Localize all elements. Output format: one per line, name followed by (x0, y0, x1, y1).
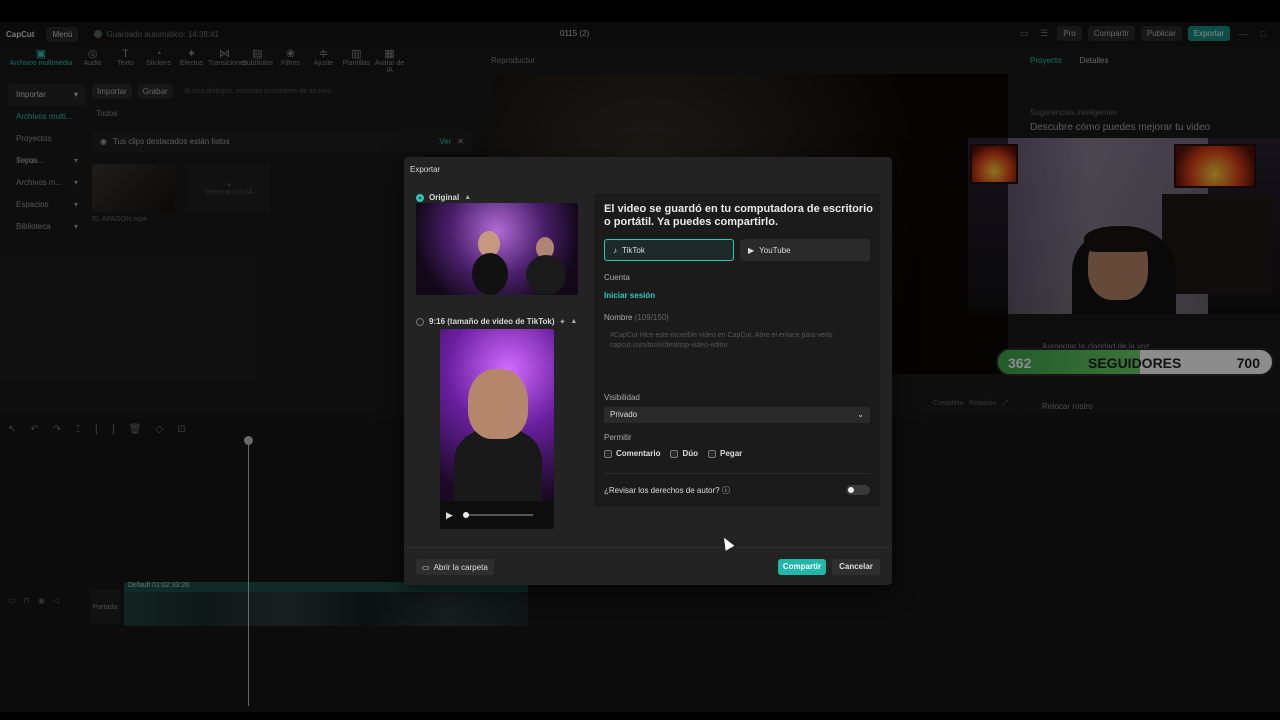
login-link[interactable]: Iniciar sesión (604, 291, 655, 300)
sparkle-icon: ✦ (559, 318, 566, 326)
letterbox-bottom (0, 712, 1280, 720)
vertical-preview: ▶ (440, 329, 554, 529)
chevron-up-icon: ▲ (464, 194, 472, 201)
copyright-check-label: ¿Revisar los derechos de autor? ⓘ (604, 486, 730, 495)
cancel-button[interactable]: Cancelar (832, 559, 880, 575)
dialog-title: Exportar (410, 165, 441, 174)
option-vertical[interactable]: 9:16 (tamaño de video de TikTok) ✦ ▲ (416, 317, 577, 326)
allow-stitch-checkbox[interactable]: Pegar (708, 449, 742, 458)
dialog-footer-divider (404, 547, 892, 548)
preview-face (468, 369, 528, 439)
account-label: Cuenta (604, 273, 630, 282)
option-original[interactable]: Original ▲ (416, 193, 471, 202)
name-field[interactable]: #CapCut Hice este increíble video en Cap… (604, 327, 870, 383)
allow-options: Comentario Dúo Pegar (604, 449, 742, 458)
radio-original[interactable] (416, 193, 424, 202)
info-icon[interactable]: ⓘ (722, 486, 730, 495)
name-label: Nombre (109/150) (604, 313, 669, 322)
youtube-icon: ▶ (748, 245, 755, 255)
visibility-select[interactable]: Privado ⌄ (604, 407, 870, 423)
letterbox-top (0, 0, 1280, 22)
chevron-down-icon: ⌄ (857, 410, 864, 419)
export-dialog: Exportar Original ▲ 9:16 (tamaño de vide… (404, 157, 892, 585)
preview-scrubber[interactable] (462, 512, 533, 518)
pane-divider (604, 473, 870, 474)
visibility-label: Visibilidad (604, 393, 640, 402)
share-button[interactable]: Compartir (778, 559, 826, 575)
play-icon[interactable]: ▶ (446, 510, 453, 521)
original-preview (416, 203, 578, 295)
platform-youtube[interactable]: ▶ YouTube (740, 239, 870, 261)
allow-duo-checkbox[interactable]: Dúo (670, 449, 698, 458)
preview-playbar: ▶ (440, 501, 554, 529)
platform-tiktok[interactable]: ♪ TikTok (604, 239, 734, 261)
tiktok-icon: ♪ (613, 245, 617, 255)
chevron-up-icon: ▲ (570, 318, 578, 325)
open-folder-button[interactable]: ▭ Abrir la carpeta (416, 559, 494, 575)
saved-message: El video se guardó en tu computadora de … (604, 203, 873, 228)
copyright-toggle[interactable] (846, 485, 870, 495)
name-counter: (109/150) (634, 313, 669, 322)
allow-label: Permitir (604, 433, 632, 442)
preview-hoodie (454, 429, 542, 509)
allow-comment-checkbox[interactable]: Comentario (604, 449, 660, 458)
folder-icon: ▭ (422, 562, 430, 572)
share-pane: El video se guardó en tu computadora de … (594, 193, 880, 507)
radio-vertical[interactable] (416, 317, 424, 326)
